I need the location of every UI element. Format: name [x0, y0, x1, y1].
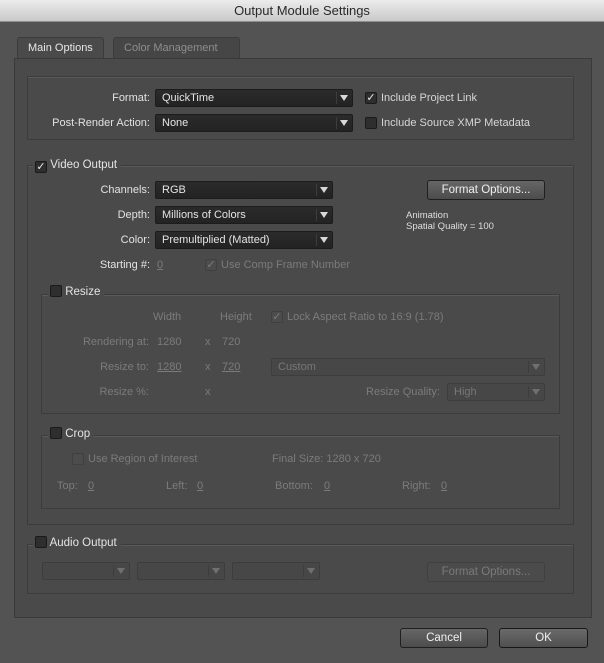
audio-format-options-button[interactable]: Format Options... — [427, 562, 545, 582]
crop-bottom-label: Bottom: — [275, 480, 313, 492]
crop-bottom-value[interactable]: 0 — [324, 478, 330, 494]
resize-title: Resize — [65, 286, 101, 298]
resize-preset-select[interactable]: Custom — [271, 358, 545, 376]
crop-left-value[interactable]: 0 — [197, 478, 203, 494]
audio-sample-rate-select[interactable] — [42, 562, 130, 580]
rendering-width: 1280 — [157, 336, 182, 348]
crop-top-label: Top: — [57, 480, 78, 492]
tab-label: Main Options — [28, 42, 93, 54]
resize-percent-x: x — [205, 386, 211, 398]
chevron-down-icon — [532, 364, 540, 370]
audio-output-header: Audio Output — [33, 536, 121, 550]
crop-group — [41, 435, 560, 509]
chevron-down-icon — [340, 120, 348, 126]
chevron-down-icon — [320, 187, 328, 193]
channels-select-value: RGB — [162, 184, 186, 196]
codec-info-quality: Spatial Quality = 100 — [406, 221, 494, 232]
ok-button[interactable]: OK — [499, 628, 588, 648]
chevron-down-icon — [307, 568, 315, 574]
video-output-header: ✓ Video Output — [33, 158, 122, 173]
format-select[interactable]: QuickTime — [155, 89, 353, 107]
resize-to-height[interactable]: 720 — [222, 359, 240, 375]
rendering-x: x — [205, 336, 211, 348]
region-of-interest-label: Use Region of Interest — [88, 453, 198, 465]
include-xmp-label: Include Source XMP Metadata — [381, 117, 530, 129]
color-select-value: Premultiplied (Matted) — [162, 234, 270, 246]
resize-percent-label: Resize %: — [99, 386, 149, 398]
crop-header: Crop — [48, 427, 95, 441]
include-project-link-label: Include Project Link — [381, 92, 477, 104]
chevron-down-icon — [320, 212, 328, 218]
format-select-value: QuickTime — [162, 92, 215, 104]
tab-color-management[interactable]: Color Management — [113, 37, 240, 59]
use-comp-frame-label: Use Comp Frame Number — [221, 259, 350, 271]
resize-header: Resize — [48, 285, 105, 299]
channels-select[interactable]: RGB — [155, 181, 333, 199]
resize-preset-value: Custom — [278, 361, 316, 373]
crop-checkbox[interactable] — [50, 427, 62, 439]
depth-label: Depth: — [117, 209, 150, 221]
height-header: Height — [220, 311, 252, 323]
window-title: Output Module Settings — [234, 3, 370, 18]
video-output-title: Video Output — [50, 159, 118, 171]
chevron-down-icon — [117, 568, 125, 574]
resize-to-x: x — [205, 361, 211, 373]
chevron-down-icon — [532, 389, 540, 395]
crop-title: Crop — [65, 428, 91, 440]
audio-output-checkbox[interactable] — [35, 536, 47, 548]
rendering-height: 720 — [222, 336, 241, 348]
resize-quality-select[interactable]: High — [447, 383, 545, 401]
window-title-bar: Output Module Settings — [0, 0, 604, 22]
crop-left-label: Left: — [166, 480, 188, 492]
post-render-select-value: None — [162, 117, 189, 129]
depth-select[interactable]: Millions of Colors — [155, 206, 333, 224]
post-render-select[interactable]: None — [155, 114, 353, 132]
resize-to-label: Resize to: — [100, 361, 149, 373]
post-render-label: Post-Render Action: — [52, 117, 150, 129]
chevron-down-icon — [340, 95, 348, 101]
color-label: Color: — [120, 234, 150, 246]
crop-top-value[interactable]: 0 — [88, 478, 94, 494]
video-output-checkbox[interactable]: ✓ — [35, 161, 47, 173]
audio-output-title: Audio Output — [49, 537, 117, 549]
codec-info-name: Animation — [406, 210, 449, 221]
crop-right-label: Right: — [402, 480, 431, 492]
depth-select-value: Millions of Colors — [162, 209, 246, 221]
audio-channels-select[interactable] — [232, 562, 320, 580]
tab-main-options[interactable]: Main Options — [17, 37, 104, 59]
width-header: Width — [153, 311, 182, 323]
color-select[interactable]: Premultiplied (Matted) — [155, 231, 333, 249]
resize-quality-value: High — [454, 386, 477, 398]
lock-aspect-label: Lock Aspect Ratio to 16:9 (1.78) — [287, 311, 444, 323]
lock-aspect-checkbox[interactable]: ✓ — [271, 311, 283, 323]
rendering-at-label: Rendering at: — [82, 336, 149, 348]
crop-right-value[interactable]: 0 — [441, 478, 447, 494]
video-format-options-button[interactable]: Format Options... — [427, 180, 545, 200]
region-of-interest-checkbox[interactable] — [72, 453, 84, 465]
chevron-down-icon — [212, 568, 220, 574]
starting-number-value[interactable]: 0 — [157, 257, 163, 273]
audio-sample-size-select[interactable] — [137, 562, 225, 580]
resize-checkbox[interactable] — [50, 285, 62, 297]
cancel-button[interactable]: Cancel — [400, 628, 488, 648]
resize-to-width[interactable]: 1280 — [157, 359, 181, 375]
use-comp-frame-checkbox[interactable]: ✓ — [205, 259, 217, 271]
tab-label: Color Management — [124, 42, 218, 54]
resize-quality-label: Resize Quality: — [366, 386, 440, 398]
include-project-link-checkbox[interactable]: ✓ — [365, 92, 377, 104]
format-label: Format: — [112, 92, 150, 104]
chevron-down-icon — [320, 237, 328, 243]
channels-label: Channels: — [100, 184, 150, 196]
crop-final-size: Final Size: 1280 x 720 — [272, 453, 381, 465]
include-xmp-checkbox[interactable] — [365, 117, 377, 129]
starting-number-label: Starting #: — [99, 259, 150, 271]
